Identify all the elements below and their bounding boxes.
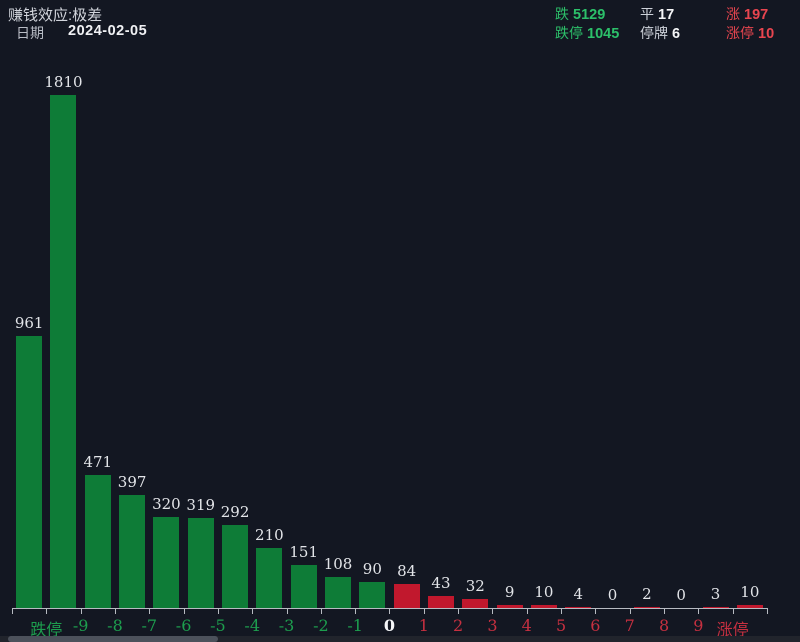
x-axis-tick <box>630 608 631 614</box>
histogram-bar <box>497 605 523 608</box>
histogram-bar <box>16 336 42 608</box>
histogram-bar <box>325 577 351 608</box>
x-axis-tick <box>698 608 699 614</box>
x-axis-tick <box>12 608 13 614</box>
x-axis-tick <box>561 608 562 614</box>
histogram-bar <box>428 596 454 608</box>
histogram-bar <box>85 475 111 608</box>
x-axis-tick <box>458 608 459 614</box>
histogram-bar <box>634 607 660 608</box>
bar-value-label: 292 <box>203 503 267 521</box>
x-axis-tick <box>321 608 322 614</box>
x-axis-tick <box>149 608 150 614</box>
x-axis-tick <box>287 608 288 614</box>
histogram-bar <box>531 605 557 608</box>
x-axis-tick <box>664 608 665 614</box>
x-axis-tick <box>81 608 82 614</box>
horizontal-scrollbar-thumb[interactable] <box>8 636 218 642</box>
histogram-bar <box>565 607 591 608</box>
x-axis-tick <box>184 608 185 614</box>
x-axis-tick <box>424 608 425 614</box>
bar-value-label: 10 <box>718 583 782 601</box>
histogram-bar <box>153 517 179 608</box>
bar-value-label: 397 <box>100 473 164 491</box>
x-axis-tick <box>389 608 390 614</box>
x-axis-tick <box>252 608 253 614</box>
x-axis-tick <box>46 608 47 614</box>
histogram-bar <box>188 518 214 608</box>
x-axis-tick <box>218 608 219 614</box>
histogram-bar <box>737 605 763 608</box>
bar-value-label: 471 <box>66 453 130 471</box>
x-axis-tick <box>733 608 734 614</box>
x-axis-tick <box>355 608 356 614</box>
horizontal-scrollbar-track[interactable] <box>0 636 800 642</box>
bar-value-label: 1810 <box>31 73 95 91</box>
x-axis-tick <box>115 608 116 614</box>
rise-fall-distribution-chart: 9611810471397320319292210151108908443329… <box>0 0 800 642</box>
histogram-bar <box>50 95 76 608</box>
bar-value-label: 210 <box>237 526 301 544</box>
x-axis-tick <box>527 608 528 614</box>
x-axis-tick <box>767 608 768 614</box>
histogram-bar <box>703 607 729 608</box>
histogram-bar <box>359 582 385 608</box>
x-axis-tick <box>492 608 493 614</box>
x-axis-tick <box>595 608 596 614</box>
